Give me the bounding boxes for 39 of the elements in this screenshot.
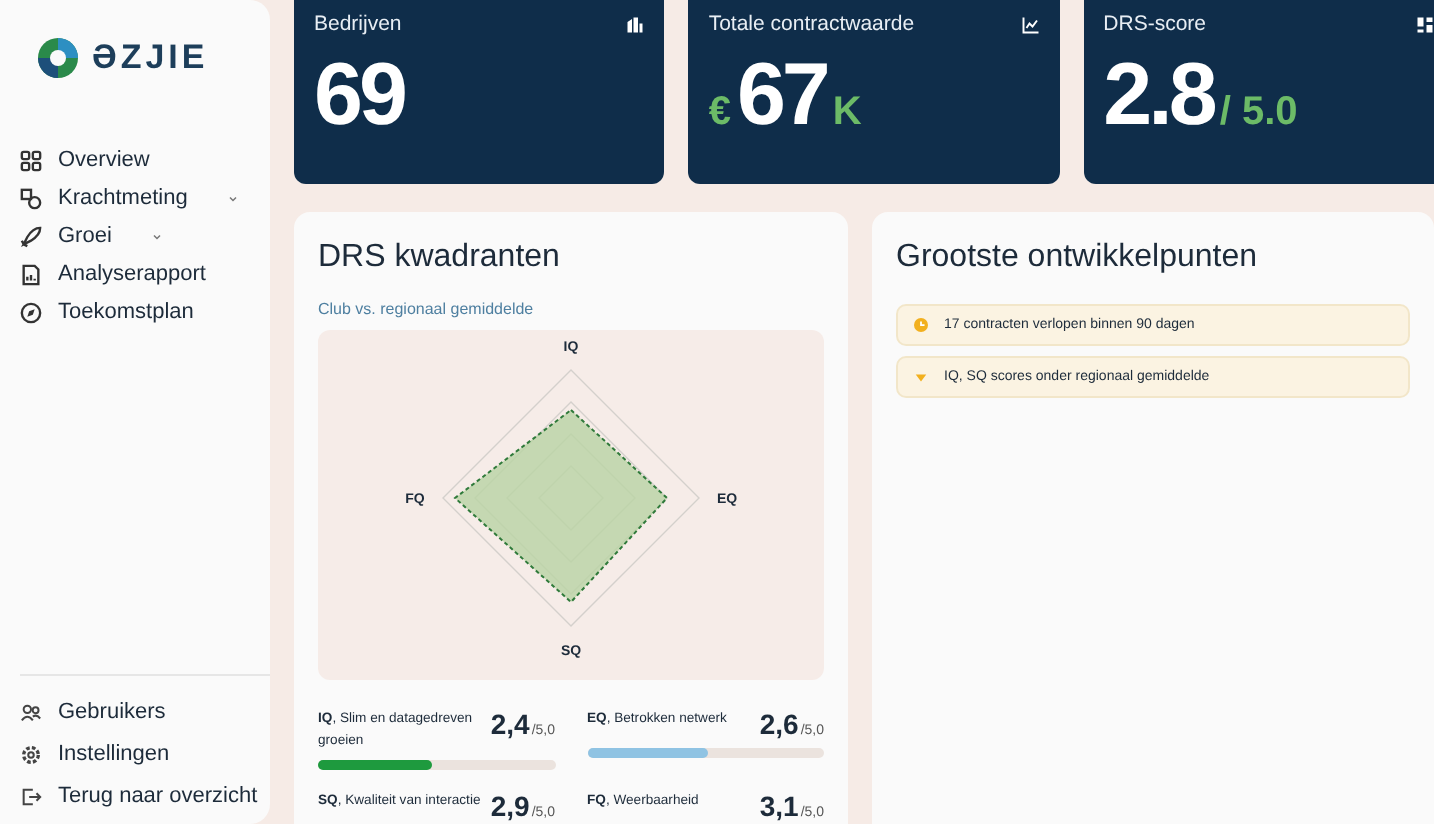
score-value: 3,1: [759, 790, 799, 822]
stat-value: 67: [736, 52, 827, 140]
caret-icon: [914, 373, 928, 381]
nav-item[interactable]: Instellingen: [20, 738, 270, 770]
score-value: 2,6: [759, 708, 799, 740]
rocket-icon: [20, 225, 42, 247]
stat-value: 2.8: [1103, 52, 1214, 140]
building-icon: [626, 15, 645, 33]
stat-unit: K: [832, 90, 862, 136]
stat-label: DRS-score: [1103, 12, 1206, 36]
document-icon: [20, 263, 42, 285]
line-chart-icon: [1021, 15, 1040, 33]
panel-title: DRS kwadranten: [318, 240, 562, 276]
dashboard-icon: [1415, 15, 1434, 33]
grid-icon: [20, 149, 42, 171]
stat-label: Bedrijven: [314, 12, 402, 36]
logo-text: ƏZJIE: [92, 38, 209, 78]
nav-item[interactable]: Toekomstplan: [20, 296, 270, 328]
clock-icon: [914, 318, 928, 332]
logo-icon: [36, 36, 80, 80]
score-value: 2,4: [490, 708, 530, 740]
stat-label: Totale contractwaarde: [708, 12, 915, 36]
stat-unit: / 5.0: [1219, 90, 1298, 136]
stat-value: 69: [314, 52, 404, 140]
nav-item[interactable]: Gebruikers: [20, 696, 270, 728]
nav-item[interactable]: Overview: [20, 144, 270, 176]
compass-icon: [20, 301, 42, 323]
nav-item[interactable]: Groei: [20, 220, 270, 252]
panel-title: Grootste ontwikkelpunten: [896, 240, 1260, 276]
nav-item[interactable]: Krachtmeting: [20, 182, 270, 214]
currency-sign: €: [708, 90, 731, 136]
nav-item[interactable]: Analyserapport: [20, 258, 270, 290]
shapes-icon: [20, 187, 42, 209]
users-icon: [20, 701, 42, 723]
settings-icon: [20, 743, 42, 765]
nav-item[interactable]: Terug naar overzicht: [20, 780, 270, 812]
panel-subtitle: Club vs. regionaal gemiddelde: [318, 300, 536, 318]
score-value: 2,9: [490, 790, 530, 822]
exit-icon: [20, 785, 42, 807]
